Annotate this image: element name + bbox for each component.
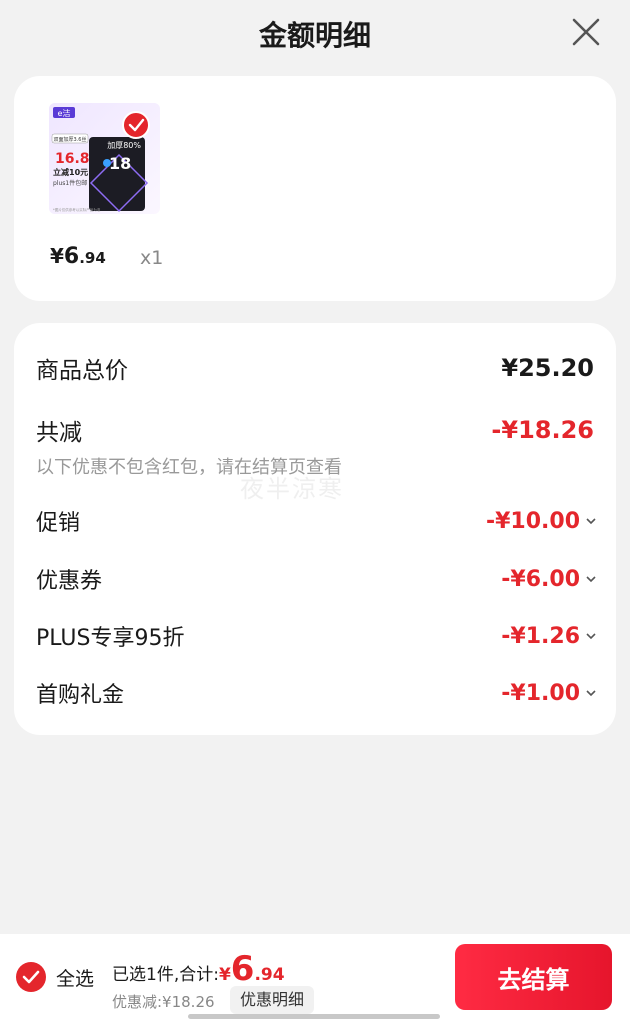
check-icon	[22, 970, 40, 984]
thumb-footnote: *图片仅供参考以实际产品为准	[53, 207, 101, 212]
product-thumbnail[interactable]: e洁 双面加厚3.6丝 16.8 立减10元 plus1件包邮 18 加厚80%…	[49, 103, 160, 214]
total-int: 6	[230, 949, 255, 989]
total-reduce-label: 共减	[36, 420, 82, 446]
checkout-bar: 全选 已选1件,合计:¥6.94 优惠减:¥18.26 优惠明细 去结算	[0, 934, 630, 1021]
product-price: ¥6.94	[50, 244, 106, 269]
coupon-label: 优惠券	[36, 569, 103, 594]
total-yen: ¥	[218, 965, 231, 985]
total-price-label: 商品总价	[36, 358, 128, 384]
promotion-label: 促销	[36, 511, 81, 536]
thumb-promo-price: 16.8	[55, 151, 90, 167]
discount-summary: 优惠减:¥18.26	[112, 993, 215, 1011]
total-reduce-value: -¥18.26	[491, 416, 594, 444]
selected-prefix: 已选1件,合计:	[112, 965, 219, 985]
plus-discount-value: -¥1.26	[501, 623, 580, 649]
promotion-row[interactable]: 促销 -¥10.00	[36, 505, 596, 537]
header: 金额明细	[0, 0, 630, 70]
amount-detail-card: 商品总价 ¥25.20 共减 -¥18.26 以下优惠不包含红包，请在结算页查看…	[14, 323, 616, 735]
total-reduce-row: 共减 -¥18.26	[36, 413, 594, 447]
total-price-row: 商品总价 ¥25.20	[36, 351, 594, 385]
watermark: 夜半涼寒	[240, 475, 344, 503]
chevron-down-icon	[586, 518, 596, 525]
selected-summary: 已选1件,合计:¥6.94	[112, 952, 285, 986]
close-button[interactable]	[570, 16, 602, 48]
first-purchase-row[interactable]: 首购礼金 -¥1.00	[36, 677, 596, 709]
chevron-down-icon	[586, 633, 596, 640]
coupon-row[interactable]: 优惠券 -¥6.00	[36, 563, 596, 595]
thumb-count: 18	[109, 154, 131, 173]
select-all-label[interactable]: 全选	[56, 964, 94, 991]
page-title: 金额明细	[258, 19, 371, 52]
chevron-down-icon	[586, 576, 596, 583]
first-purchase-label: 首购礼金	[36, 683, 125, 708]
product-quantity: x1	[140, 247, 164, 269]
total-dec: .94	[254, 965, 285, 985]
plus-discount-label: PLUS专享95折	[36, 626, 185, 651]
close-icon	[572, 18, 600, 46]
promotion-value: -¥10.00	[485, 508, 580, 534]
plus-discount-row[interactable]: PLUS专享95折 -¥1.26	[36, 620, 596, 652]
coupon-value: -¥6.00	[501, 566, 580, 592]
thumb-capacity: 加厚80%	[107, 140, 141, 150]
chevron-down-icon	[586, 690, 596, 697]
total-price-value: ¥25.20	[501, 354, 594, 382]
thumb-badge: 双面加厚3.6丝	[54, 136, 87, 143]
select-all-checkbox[interactable]	[16, 962, 46, 992]
discount-detail-button[interactable]: 优惠明细	[230, 986, 315, 1014]
brand-mark: e洁	[58, 108, 71, 118]
home-indicator	[188, 1014, 440, 1019]
thumb-promo-line2: plus1件包邮	[53, 179, 87, 187]
product-card: e洁 双面加厚3.6丝 16.8 立减10元 plus1件包邮 18 加厚80%…	[14, 76, 616, 301]
thumb-promo-line1: 立减10元	[53, 167, 88, 177]
first-purchase-value: -¥1.00	[501, 680, 580, 706]
checkout-button[interactable]: 去结算	[455, 944, 612, 1010]
